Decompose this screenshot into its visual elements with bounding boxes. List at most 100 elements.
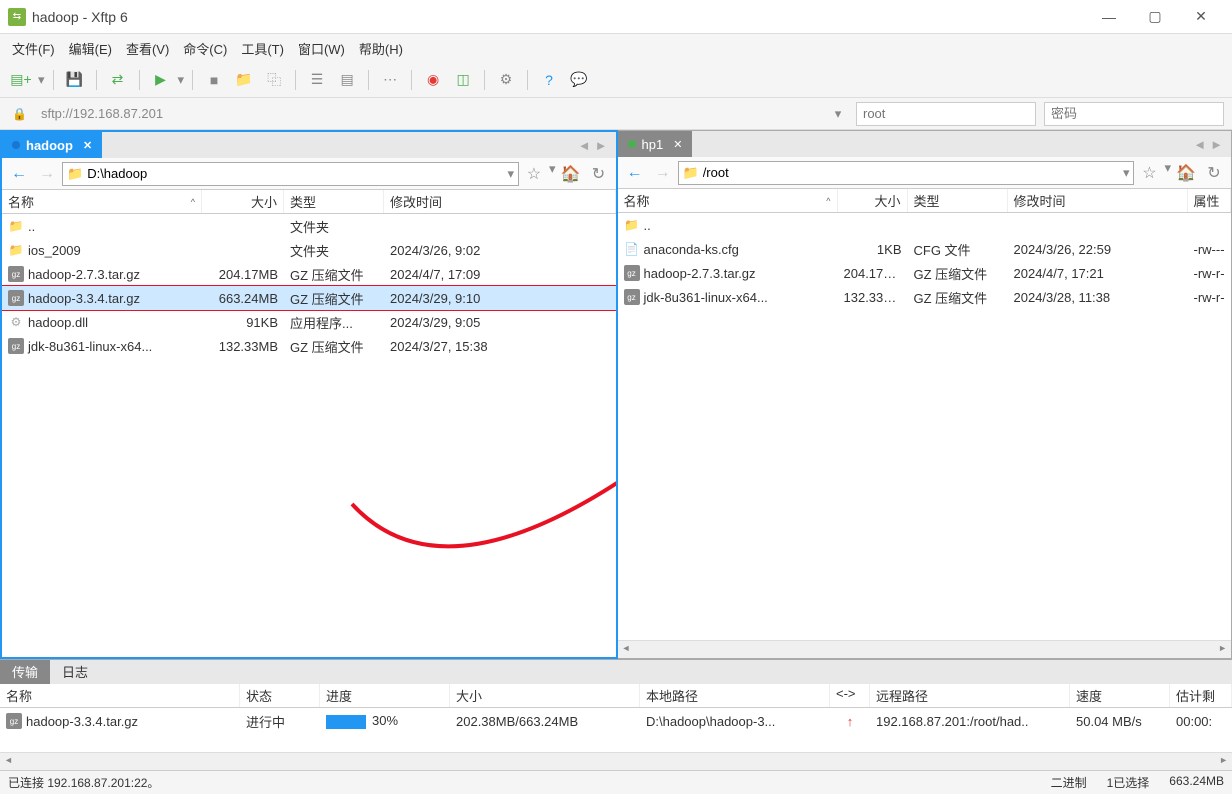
col-mtime[interactable]: 修改时间 xyxy=(384,190,616,213)
tab-transfer[interactable]: 传输 xyxy=(0,660,50,684)
address-input[interactable] xyxy=(35,102,824,126)
folder-icon[interactable]: 📁 xyxy=(231,67,257,93)
maximize-button[interactable]: ▢ xyxy=(1132,2,1178,32)
tab-log[interactable]: 日志 xyxy=(50,660,100,684)
tab-next-icon[interactable]: ► xyxy=(595,138,608,153)
star-icon[interactable]: ☆ xyxy=(521,161,547,187)
menu-cmd[interactable]: 命令(C) xyxy=(183,39,227,58)
right-path-input[interactable] xyxy=(703,165,1123,180)
menu-help[interactable]: 帮助(H) xyxy=(359,39,403,58)
dropdown-icon[interactable]: ▾ xyxy=(38,72,45,88)
forward-icon[interactable]: → xyxy=(34,161,60,187)
menu-window[interactable]: 窗口(W) xyxy=(298,39,345,58)
password-input[interactable] xyxy=(1044,102,1224,126)
th-remote[interactable]: 远程路径 xyxy=(870,684,1070,707)
file-row[interactable]: 📁ios_2009 文件夹 2024/3/26, 9:02 xyxy=(2,238,616,262)
left-file-list[interactable]: 📁.. 文件夹 📁ios_2009 文件夹 2024/3/26, 9:02gzh… xyxy=(2,214,616,657)
gear-icon[interactable]: ⚙ xyxy=(493,67,519,93)
file-row[interactable]: 📁.. 文件夹 xyxy=(2,214,616,238)
tab-hp1[interactable]: hp1 ✕ xyxy=(618,131,693,157)
back-icon[interactable]: ← xyxy=(6,161,32,187)
home-icon[interactable]: 🏠 xyxy=(1173,160,1199,186)
file-row[interactable]: gzhadoop-2.7.3.tar.gz 204.17MB GZ 压缩文件 2… xyxy=(618,261,1232,285)
horizontal-scrollbar[interactable] xyxy=(618,640,1232,658)
transfer-progress: 30% xyxy=(320,713,450,729)
save-icon[interactable]: 💾 xyxy=(62,67,88,93)
file-type: 文件夹 xyxy=(284,241,384,260)
stop-icon[interactable]: ■ xyxy=(201,67,227,93)
forward-icon[interactable]: → xyxy=(650,160,676,186)
th-eta[interactable]: 估计剩 xyxy=(1170,684,1232,707)
th-progress[interactable]: 进度 xyxy=(320,684,450,707)
th-name[interactable]: 名称 xyxy=(0,684,240,707)
path-dropdown-icon[interactable]: ▾ xyxy=(507,166,514,182)
th-local[interactable]: 本地路径 xyxy=(640,684,830,707)
new-session-icon[interactable]: ▤+ xyxy=(8,67,34,93)
th-dir[interactable]: <-> xyxy=(830,684,870,707)
col-name[interactable]: 名称^ xyxy=(2,190,202,213)
file-row[interactable]: gzhadoop-2.7.3.tar.gz 204.17MB GZ 压缩文件 2… xyxy=(2,262,616,286)
col-attr[interactable]: 属性 xyxy=(1188,189,1232,212)
file-mtime: 2024/3/29, 9:10 xyxy=(384,291,616,306)
right-path-box[interactable]: 📁 ▾ xyxy=(678,161,1135,185)
col-name[interactable]: 名称^ xyxy=(618,189,838,212)
menu-view[interactable]: 查看(V) xyxy=(126,39,169,58)
list-icon[interactable]: ☰ xyxy=(304,67,330,93)
tab-prev-icon[interactable]: ◄ xyxy=(1193,137,1206,152)
menu-edit[interactable]: 编辑(E) xyxy=(69,39,112,58)
col-mtime[interactable]: 修改时间 xyxy=(1008,189,1188,212)
left-path-input[interactable] xyxy=(87,166,507,181)
file-row[interactable]: 📄anaconda-ks.cfg 1KB CFG 文件 2024/3/26, 2… xyxy=(618,237,1232,261)
dropdown2-icon[interactable]: ▾ xyxy=(1164,160,1171,186)
col-size[interactable]: 大小 xyxy=(202,190,284,213)
bottom-scrollbar[interactable] xyxy=(0,752,1232,770)
col-type[interactable]: 类型 xyxy=(908,189,1008,212)
th-speed[interactable]: 速度 xyxy=(1070,684,1170,707)
transfer-row[interactable]: gzhadoop-3.3.4.tar.gz 进行中 30% 202.38MB/6… xyxy=(0,708,1232,734)
play-icon[interactable]: ▶ xyxy=(148,67,174,93)
refresh-icon[interactable]: ↻ xyxy=(1201,160,1227,186)
address-dropdown-icon[interactable]: ▾ xyxy=(828,106,848,122)
tab-close-icon[interactable]: ✕ xyxy=(673,138,682,151)
menu-tool[interactable]: 工具(T) xyxy=(241,39,284,58)
file-attr: -rw-r- xyxy=(1188,290,1232,305)
dropdown2-icon[interactable]: ▾ xyxy=(549,161,556,187)
th-size[interactable]: 大小 xyxy=(450,684,640,707)
file-name: hadoop-3.3.4.tar.gz xyxy=(28,291,140,306)
home-icon[interactable]: 🏠 xyxy=(558,161,584,187)
username-input[interactable] xyxy=(856,102,1036,126)
chat-icon[interactable]: 💬 xyxy=(566,67,592,93)
tab-prev-icon[interactable]: ◄ xyxy=(578,138,591,153)
file-row[interactable]: gzhadoop-3.3.4.tar.gz 663.24MB GZ 压缩文件 2… xyxy=(2,286,616,310)
path-dropdown-icon[interactable]: ▾ xyxy=(1123,165,1130,181)
transfer-icon[interactable]: ⇄ xyxy=(105,67,131,93)
annotation-arrow xyxy=(322,314,616,614)
tab-next-icon[interactable]: ► xyxy=(1210,137,1223,152)
file-row[interactable]: gzjdk-8u361-linux-x64... 132.33MB GZ 压缩文… xyxy=(618,285,1232,309)
right-file-list[interactable]: 📁.. 📄anaconda-ks.cfg 1KB CFG 文件 2024/3/2… xyxy=(618,213,1232,640)
file-mtime: 2024/3/29, 9:05 xyxy=(384,315,616,330)
col-type[interactable]: 类型 xyxy=(284,190,384,213)
swirl-icon[interactable]: ◉ xyxy=(420,67,446,93)
tab-hadoop[interactable]: hadoop ✕ xyxy=(2,132,102,158)
tab-close-icon[interactable]: ✕ xyxy=(83,139,92,152)
toolbar: ▤+ ▾ 💾 ⇄ ▶ ▾ ■ 📁 ⿻ ☰ ▤ ⋯ ◉ ◫ ⚙ ? 💬 xyxy=(0,62,1232,98)
box-icon[interactable]: ◫ xyxy=(450,67,476,93)
back-icon[interactable]: ← xyxy=(622,160,648,186)
star-icon[interactable]: ☆ xyxy=(1136,160,1162,186)
file-row[interactable]: 📁.. xyxy=(618,213,1232,237)
file-row[interactable]: gzjdk-8u361-linux-x64... 132.33MB GZ 压缩文… xyxy=(2,334,616,358)
dots-icon[interactable]: ⋯ xyxy=(377,67,403,93)
menu-file[interactable]: 文件(F) xyxy=(12,39,55,58)
minimize-button[interactable]: — xyxy=(1086,2,1132,32)
col-size[interactable]: 大小 xyxy=(838,189,908,212)
list2-icon[interactable]: ▤ xyxy=(334,67,360,93)
left-path-box[interactable]: 📁 ▾ xyxy=(62,162,519,186)
th-status[interactable]: 状态 xyxy=(240,684,320,707)
help-icon[interactable]: ? xyxy=(536,67,562,93)
file-row[interactable]: ⚙hadoop.dll 91KB 应用程序... 2024/3/29, 9:05 xyxy=(2,310,616,334)
play-dropdown-icon[interactable]: ▾ xyxy=(178,72,185,88)
copy-icon[interactable]: ⿻ xyxy=(261,67,287,93)
close-button[interactable]: ✕ xyxy=(1178,2,1224,32)
refresh-icon[interactable]: ↻ xyxy=(586,161,612,187)
